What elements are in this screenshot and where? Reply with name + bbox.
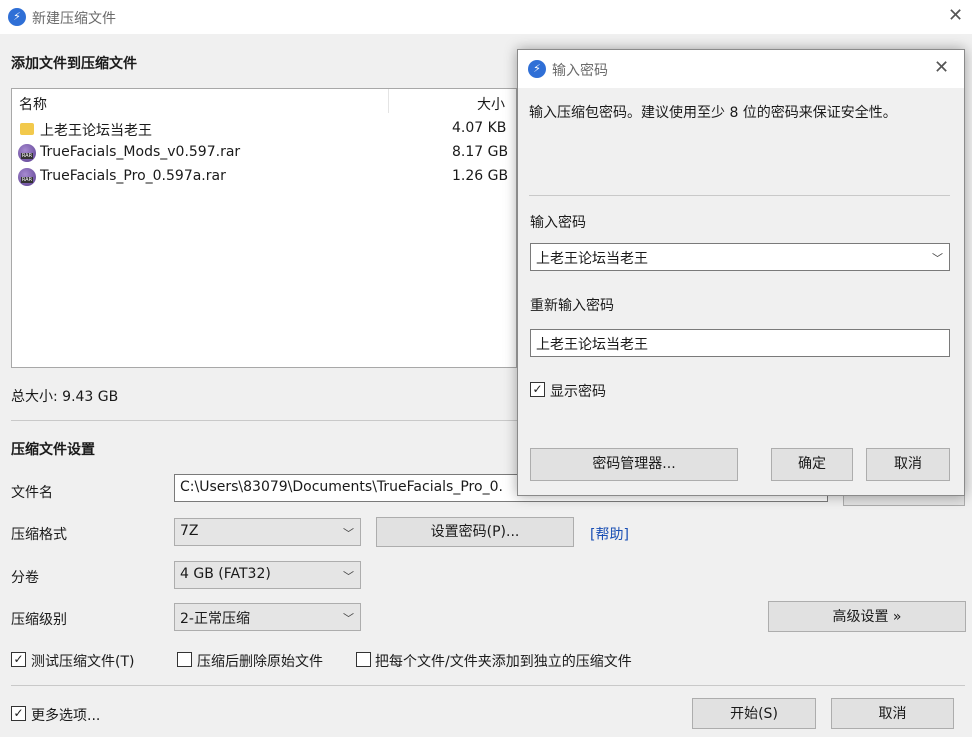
- file-size: 8.17 GB: [452, 144, 509, 160]
- start-button[interactable]: 开始(S): [692, 698, 816, 729]
- add-files-heading: 添加文件到压缩文件: [11, 56, 137, 72]
- file-name: TrueFacials_Mods_v0.597.rar: [40, 144, 241, 160]
- separate-archives-checkbox[interactable]: [356, 652, 371, 667]
- help-link[interactable]: [帮助]: [590, 524, 629, 544]
- chevron-down-icon[interactable]: ﹀: [932, 250, 943, 266]
- filename-label: 文件名: [11, 485, 53, 501]
- advanced-settings-button[interactable]: 高级设置 »: [768, 601, 966, 632]
- show-password-label[interactable]: 显示密码: [550, 381, 606, 401]
- column-header-size[interactable]: 大小: [477, 94, 505, 114]
- more-options-checkbox[interactable]: ✓: [11, 706, 26, 721]
- list-item[interactable]: 上老王论坛当老王 4.07 KB: [16, 118, 512, 140]
- list-item[interactable]: RAR TrueFacials_Pro_0.597a.rar 1.26 GB: [16, 166, 512, 188]
- file-size: 4.07 KB: [452, 120, 507, 136]
- password-dialog: ⚡ 输入密码 ✕ 输入压缩包密码。建议使用至少 8 位的密码来保证安全性。 输入…: [517, 49, 965, 496]
- split-value: 4 GB (FAT32): [180, 566, 271, 582]
- level-select[interactable]: 2-正常压缩 ﹀: [174, 603, 361, 631]
- separate-archives-label[interactable]: 把每个文件/文件夹添加到独立的压缩文件: [375, 651, 632, 671]
- list-item[interactable]: RAR TrueFacials_Mods_v0.597.rar 8.17 GB: [16, 142, 512, 164]
- set-password-button[interactable]: 设置密码(P)...: [376, 517, 574, 547]
- file-name: 上老王论坛当老王: [40, 123, 152, 139]
- total-size: 总大小: 9.43 GB: [11, 389, 119, 405]
- format-label: 压缩格式: [11, 527, 67, 543]
- column-divider[interactable]: [388, 89, 389, 113]
- split-select[interactable]: 4 GB (FAT32) ﹀: [174, 561, 361, 589]
- show-password-checkbox[interactable]: ✓: [530, 382, 545, 397]
- test-archive-label[interactable]: 测试压缩文件(T): [31, 651, 134, 671]
- dialog-description: 输入压缩包密码。建议使用至少 8 位的密码来保证安全性。: [529, 105, 897, 121]
- level-label: 压缩级别: [11, 612, 67, 628]
- level-value: 2-正常压缩: [180, 611, 250, 627]
- chevron-down-icon: ﹀: [343, 570, 354, 583]
- confirm-password-input[interactable]: 上老王论坛当老王: [530, 329, 950, 357]
- chevron-down-icon: ﹀: [343, 527, 354, 540]
- dialog-titlebar: ⚡ 输入密码 ✕: [518, 50, 964, 88]
- confirm-password-label: 重新输入密码: [530, 298, 614, 314]
- rar-icon: RAR: [18, 144, 36, 162]
- main-titlebar: ⚡ 新建压缩文件 ✕: [0, 0, 972, 34]
- split-label: 分卷: [11, 570, 39, 586]
- format-value: 7Z: [180, 523, 199, 539]
- divider: [529, 195, 950, 196]
- dialog-cancel-button[interactable]: 取消: [866, 448, 950, 481]
- password-value: 上老王论坛当老王: [536, 251, 648, 267]
- password-input[interactable]: 上老王论坛当老王 ﹀: [530, 243, 950, 271]
- password-label: 输入密码: [530, 215, 586, 231]
- file-list[interactable]: 名称 大小 上老王论坛当老王 4.07 KB RAR TrueFacials_M…: [11, 88, 517, 368]
- divider: [11, 685, 965, 686]
- delete-after-label[interactable]: 压缩后删除原始文件: [197, 651, 323, 671]
- close-icon[interactable]: ✕: [934, 57, 949, 78]
- window-title: 新建压缩文件: [32, 11, 116, 27]
- column-header-name[interactable]: 名称: [19, 94, 47, 114]
- ok-button[interactable]: 确定: [771, 448, 853, 481]
- file-name: TrueFacials_Pro_0.597a.rar: [40, 168, 226, 184]
- rar-icon: RAR: [18, 168, 36, 186]
- settings-heading: 压缩文件设置: [11, 442, 95, 458]
- cancel-button[interactable]: 取消: [831, 698, 954, 729]
- delete-after-checkbox[interactable]: [177, 652, 192, 667]
- bandizip-icon: ⚡: [8, 8, 26, 26]
- folder-icon: [20, 123, 34, 135]
- more-options-label[interactable]: 更多选项...: [31, 705, 100, 725]
- password-manager-button[interactable]: 密码管理器...: [530, 448, 738, 481]
- chevron-down-icon: ﹀: [343, 612, 354, 625]
- format-select[interactable]: 7Z ﹀: [174, 518, 361, 546]
- close-icon[interactable]: ✕: [948, 5, 963, 26]
- file-size: 1.26 GB: [452, 168, 509, 184]
- test-archive-checkbox[interactable]: ✓: [11, 652, 26, 667]
- bandizip-icon: ⚡: [528, 60, 546, 78]
- dialog-title: 输入密码: [552, 63, 608, 79]
